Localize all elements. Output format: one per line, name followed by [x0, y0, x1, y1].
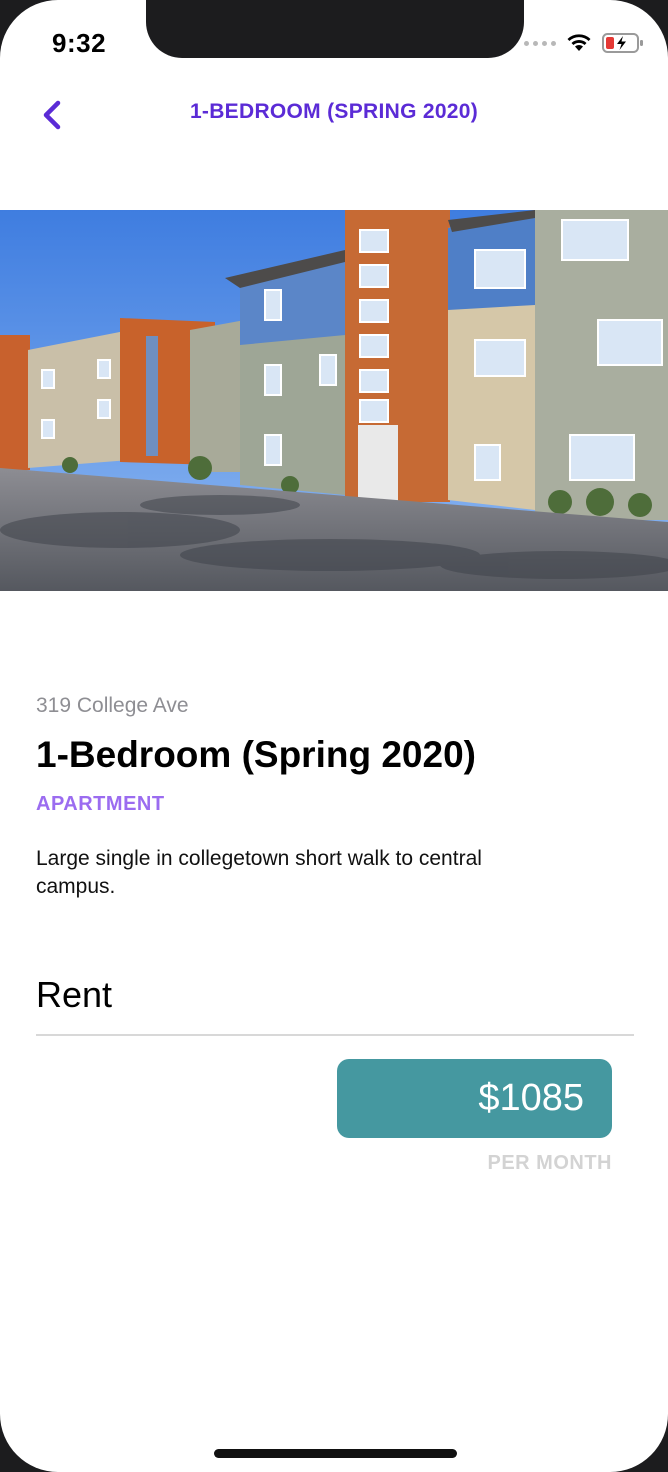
wifi-icon: [567, 34, 591, 51]
rent-heading: Rent: [36, 974, 113, 1015]
listing-description: Large single in collegetown short walk t…: [36, 847, 482, 898]
rent-price-value: $1085: [478, 1077, 584, 1119]
listing-photo: [0, 210, 668, 591]
rent-price-button[interactable]: $1085: [337, 1059, 612, 1138]
rent-period-label: PER MONTH: [487, 1152, 612, 1174]
nav-title: 1-BEDROOM (SPRING 2020): [189, 100, 479, 123]
phone-screen: 9:32 1-BEDROOM (SPRING 2020) 319 College…: [0, 0, 668, 1472]
listing-title: 1-Bedroom (Spring 2020): [36, 734, 476, 775]
status-icons: [524, 32, 644, 54]
status-time: 9:32: [52, 28, 107, 58]
device-notch: [146, 0, 524, 58]
battery-charging-icon: [602, 33, 643, 53]
home-indicator[interactable]: [214, 1449, 457, 1458]
section-divider: [36, 1034, 634, 1036]
listing-address: 319 College Ave: [36, 694, 189, 717]
listing-type-label: APARTMENT: [36, 793, 165, 815]
cellular-signal-icon: [524, 40, 556, 46]
